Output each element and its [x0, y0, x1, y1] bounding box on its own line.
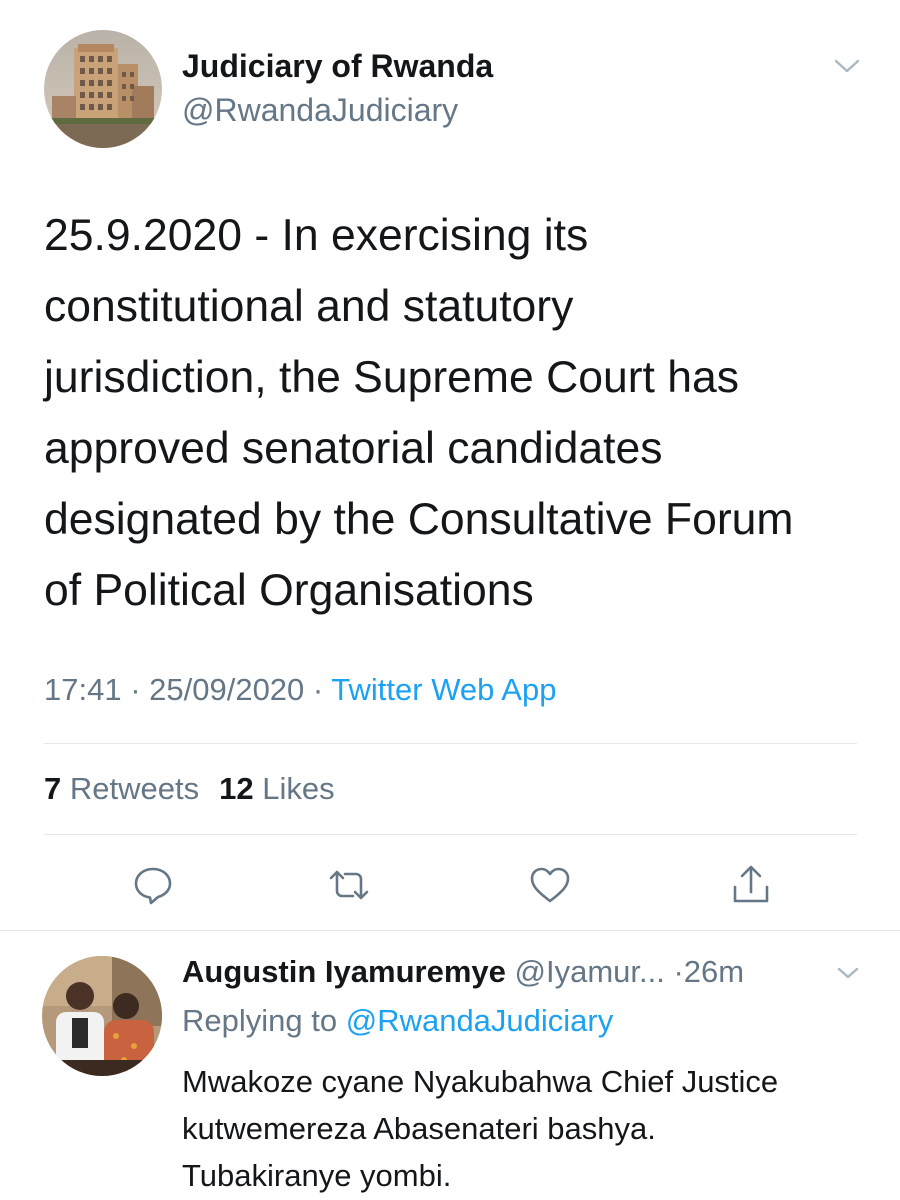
chevron-down-icon[interactable]	[833, 963, 863, 983]
reply-button[interactable]	[130, 862, 176, 908]
reply-text-line: Tubakiranye yombi.	[182, 1158, 452, 1193]
tweet-text-line: of Political Organisations	[44, 566, 534, 615]
divider	[44, 834, 857, 835]
replying-to: Replying to @RwandaJudiciary	[182, 1003, 613, 1039]
retweets-label: Retweets	[69, 771, 200, 806]
reply-header: Augustin Iyamuremye @Iyamur... ·26m	[182, 954, 744, 990]
author-name[interactable]: Judiciary of Rwanda	[182, 48, 493, 85]
tweet-stats: 7 Retweets 12 Likes	[44, 771, 335, 807]
reply-author-name[interactable]: Augustin Iyamuremye	[182, 954, 506, 989]
reply-text-line: kutwemereza Abasenateri bashya.	[182, 1111, 656, 1146]
retweets-stat[interactable]: 7 Retweets	[44, 771, 199, 806]
meta-separator: ·	[121, 672, 150, 707]
like-icon	[530, 867, 570, 903]
tweet-text-line: 25.9.2020 - In exercising its	[44, 211, 589, 260]
like-button[interactable]	[527, 862, 573, 908]
tweet-text-line: approved senatorial candidates	[44, 424, 663, 473]
tweet-text-line: jurisdiction, the Supreme Court has	[44, 353, 740, 402]
author-handle[interactable]: @RwandaJudiciary	[182, 92, 458, 129]
main-tweet: Judiciary of Rwanda @RwandaJudiciary 25.…	[0, 0, 900, 930]
likes-label: Likes	[262, 771, 335, 806]
retweet-button[interactable]	[326, 862, 372, 908]
court-building-image	[44, 30, 162, 148]
author-avatar[interactable]	[44, 30, 162, 148]
replying-to-label: Replying to	[182, 1003, 346, 1038]
reply-icon	[134, 867, 172, 905]
reply-text: Mwakoze cyane Nyakubahwa Chief Justice k…	[182, 1058, 882, 1199]
likes-stat[interactable]: 12 Likes	[219, 771, 334, 806]
tweet-text: 25.9.2020 - In exercising its constituti…	[44, 200, 874, 626]
replying-to-mention[interactable]: @RwandaJudiciary	[346, 1003, 614, 1038]
tweet-time: 17:41	[44, 672, 122, 707]
reply-author-avatar[interactable]	[42, 956, 162, 1076]
tweet-text-line: constitutional and statutory	[44, 282, 574, 331]
reply-text-line: Mwakoze cyane Nyakubahwa Chief Justice	[182, 1064, 779, 1099]
share-button[interactable]	[728, 862, 774, 908]
tweet-source-link[interactable]: Twitter Web App	[331, 672, 556, 707]
reply-author-handle[interactable]: @Iyamur...	[515, 954, 665, 989]
divider	[0, 930, 900, 931]
retweet-icon	[329, 870, 369, 900]
reply-avatar-photo	[42, 956, 162, 1076]
reply-timestamp[interactable]: ·26m	[673, 954, 744, 989]
tweet-text-line: designated by the Consultative Forum	[44, 495, 794, 544]
chevron-down-icon[interactable]	[832, 56, 862, 76]
retweets-count: 7	[44, 771, 62, 806]
tweet-date: 25/09/2020	[149, 672, 305, 707]
tweet-meta: 17:41 · 25/09/2020 · Twitter Web App	[44, 672, 556, 708]
divider	[44, 743, 857, 744]
likes-count: 12	[219, 771, 254, 806]
meta-separator: ·	[304, 672, 332, 707]
share-icon	[733, 865, 769, 903]
